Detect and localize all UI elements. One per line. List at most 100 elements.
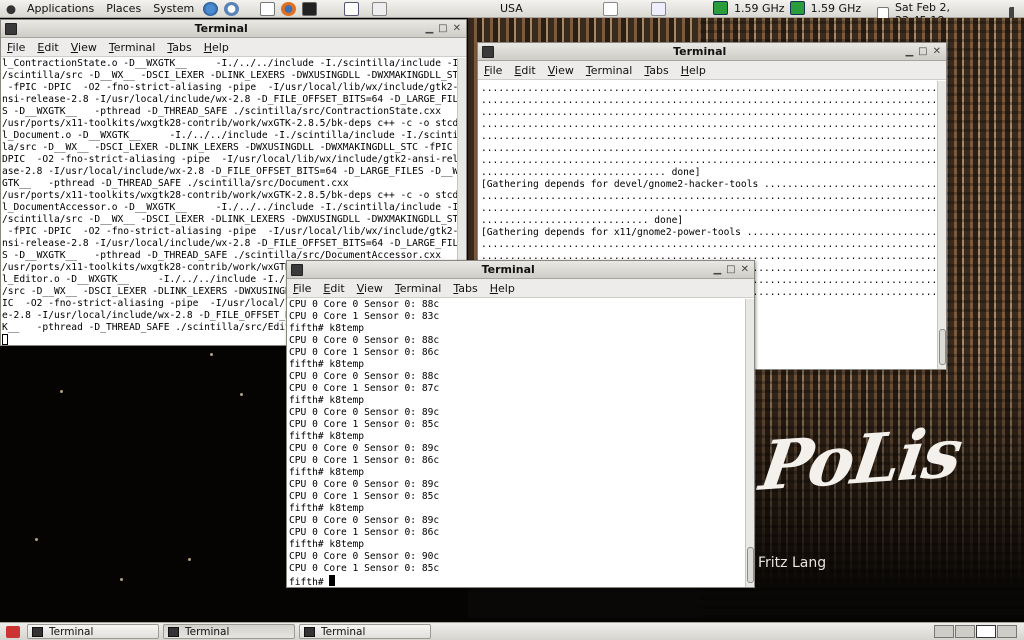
- menu-help[interactable]: Help: [484, 282, 521, 295]
- keyboard-layout-indicator[interactable]: USA: [500, 2, 523, 15]
- minimize-button[interactable]: ▁: [905, 46, 913, 57]
- terminal-line: l_DocumentAccessor.o -D__WXGTK__ -I./../…: [2, 202, 459, 213]
- terminal-line: CPU 0 Core 1 Sensor 0: 86c: [289, 347, 440, 358]
- menu-tabs[interactable]: Tabs: [638, 64, 674, 77]
- terminal-line: fifth# k8temp: [289, 323, 365, 334]
- terminal-line: DPIC -O2 -fno-strict-aliasing -pipe -I/u…: [2, 154, 459, 165]
- menu-edit[interactable]: Edit: [508, 64, 541, 77]
- menu-view[interactable]: View: [65, 41, 103, 54]
- mail-icon[interactable]: [260, 1, 276, 16]
- window-titlebar[interactable]: Terminal ▁ □ ✕: [1, 20, 466, 38]
- terminal-icon[interactable]: [5, 22, 17, 35]
- menu-help[interactable]: Help: [198, 41, 235, 54]
- gnome-foot-icon[interactable]: [4, 1, 18, 16]
- taskbar-label: Terminal: [49, 625, 94, 638]
- bottom-panel: Terminal Terminal Terminal: [0, 622, 1024, 640]
- network-globe-icon[interactable]: [203, 1, 219, 16]
- menu-edit[interactable]: Edit: [317, 282, 350, 295]
- terminal-line: CPU 0 Core 0 Sensor 0: 89c: [289, 479, 440, 490]
- menu-bar: File Edit View Terminal Tabs Help: [1, 38, 466, 57]
- menu-edit[interactable]: Edit: [31, 41, 64, 54]
- menu-terminal[interactable]: Terminal: [580, 64, 639, 77]
- minimize-button[interactable]: ▁: [425, 23, 433, 34]
- calendar-applet-icon[interactable]: [651, 2, 666, 16]
- workspace-1[interactable]: [934, 625, 954, 638]
- menu-tabs[interactable]: Tabs: [447, 282, 483, 295]
- taskbar-item-terminal[interactable]: Terminal: [163, 624, 295, 639]
- help-icon[interactable]: [224, 1, 240, 16]
- terminal-line: fifth# k8temp: [289, 539, 365, 550]
- menu-terminal[interactable]: Terminal: [389, 282, 448, 295]
- scrollbar-thumb[interactable]: [939, 329, 946, 365]
- menu-file[interactable]: File: [287, 282, 317, 295]
- scrollbar[interactable]: [745, 299, 754, 587]
- terminal-line: CPU 0 Core 0 Sensor 0: 89c: [289, 515, 440, 526]
- taskbar-item-terminal[interactable]: Terminal: [27, 624, 159, 639]
- window-title: Terminal: [673, 45, 727, 58]
- minimize-button[interactable]: ▁: [713, 264, 721, 275]
- terminal-line: /usr/ports/x11-toolkits/wxgtk28-contrib/…: [2, 118, 459, 129]
- terminal-icon[interactable]: [482, 45, 494, 58]
- maximize-button[interactable]: □: [918, 46, 927, 57]
- workspace-4[interactable]: [997, 625, 1017, 638]
- menu-terminal[interactable]: Terminal: [103, 41, 162, 54]
- terminal-line: ........................................…: [481, 107, 936, 118]
- maximize-button[interactable]: □: [438, 23, 447, 34]
- workspace-switcher[interactable]: [934, 625, 1017, 638]
- scrollbar[interactable]: [937, 81, 946, 369]
- workspace-2[interactable]: [955, 625, 975, 638]
- maximize-button[interactable]: □: [726, 264, 735, 275]
- terminal-line: ........................................…: [481, 131, 936, 142]
- terminal-icon: [32, 626, 43, 637]
- terminal-line: CPU 0 Core 0 Sensor 0: 89c: [289, 443, 440, 454]
- terminal-launcher-icon[interactable]: [302, 1, 318, 16]
- terminal-line: CPU 0 Core 0 Sensor 0: 89c: [289, 407, 440, 418]
- terminal-icon: [304, 626, 315, 637]
- scrollbar-thumb[interactable]: [747, 547, 754, 583]
- prompt-line[interactable]: fifth#: [289, 575, 744, 587]
- notes-applet-icon[interactable]: [603, 2, 618, 16]
- terminal-line: nsi-release-2.8 -I/usr/local/include/wx-…: [2, 238, 459, 249]
- terminal-line: /usr/ports/x11-toolkits/wxgtk28-contrib/…: [2, 190, 459, 201]
- taskbar-label: Terminal: [185, 625, 230, 638]
- text-editor-icon[interactable]: [372, 1, 388, 16]
- places-menu[interactable]: Places: [100, 2, 147, 15]
- close-button[interactable]: ✕: [933, 46, 941, 57]
- text-cursor: [2, 334, 8, 345]
- workspace-3[interactable]: [976, 625, 996, 638]
- terminal-line: ........................................…: [481, 143, 936, 154]
- show-desktop-icon[interactable]: [6, 625, 20, 638]
- menu-file[interactable]: File: [1, 41, 31, 54]
- terminal-line: -fPIC -DPIC -O2 -fno-strict-aliasing -pi…: [2, 226, 459, 237]
- applications-menu[interactable]: Applications: [21, 2, 100, 15]
- taskbar-item-terminal[interactable]: Terminal: [299, 624, 431, 639]
- firefox-icon[interactable]: [281, 1, 297, 16]
- close-button[interactable]: ✕: [453, 23, 461, 34]
- menu-bar: File Edit View Terminal Tabs Help: [478, 61, 946, 80]
- menu-view[interactable]: View: [542, 64, 580, 77]
- terminal-line: CPU 0 Core 1 Sensor 0: 87c: [289, 383, 440, 394]
- terminal-output[interactable]: CPU 0 Core 0 Sensor 0: 88c CPU 0 Core 1 S…: [288, 299, 744, 587]
- terminal-line: -fPIC -DPIC -O2 -fno-strict-aliasing -pi…: [2, 82, 459, 93]
- terminal-line: CPU 0 Core 1 Sensor 0: 85c: [289, 419, 440, 430]
- close-button[interactable]: ✕: [741, 264, 749, 275]
- window-titlebar[interactable]: Terminal ▁ □ ✕: [287, 261, 754, 279]
- terminal-line: la/src -D__WX__ -DSCI_LEXER -DLINK_LEXER…: [2, 142, 459, 153]
- terminal-icon[interactable]: [291, 263, 303, 276]
- terminal-line: CPU 0 Core 1 Sensor 0: 85c: [289, 491, 440, 502]
- terminal-line: ase-2.8 -I/usr/local/include/wx-2.8 -D_F…: [2, 166, 459, 177]
- city-light: [120, 578, 123, 581]
- menu-view[interactable]: View: [351, 282, 389, 295]
- system-monitor-icon[interactable]: [344, 1, 360, 16]
- system-menu[interactable]: System: [147, 2, 200, 15]
- window-titlebar[interactable]: Terminal ▁ □ ✕: [478, 43, 946, 61]
- menu-file[interactable]: File: [478, 64, 508, 77]
- taskbar-label: Terminal: [321, 625, 366, 638]
- terminal-line: fifth# k8temp: [289, 431, 365, 442]
- terminal-window-front[interactable]: Terminal ▁ □ ✕ File Edit View Terminal Tab…: [286, 260, 755, 588]
- terminal-line: CPU 0 Core 0 Sensor 0: 88c: [289, 335, 440, 346]
- menu-tabs[interactable]: Tabs: [161, 41, 197, 54]
- menu-help[interactable]: Help: [675, 64, 712, 77]
- terminal-line: S -D__WXGTK__ -pthread -D_THREAD_SAFE ./…: [2, 106, 441, 117]
- terminal-line: CPU 0 Core 1 Sensor 0: 86c: [289, 527, 440, 538]
